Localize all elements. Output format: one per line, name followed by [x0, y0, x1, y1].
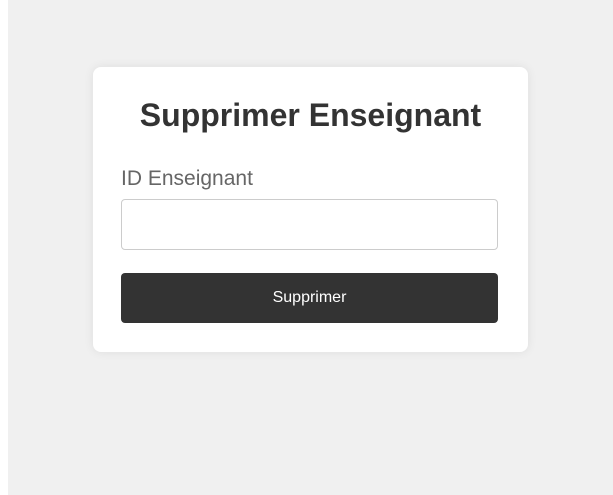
- delete-teacher-form: Supprimer Enseignant ID Enseignant Suppr…: [93, 67, 528, 352]
- page-background: Supprimer Enseignant ID Enseignant Suppr…: [8, 0, 613, 495]
- teacher-id-label: ID Enseignant: [121, 167, 253, 190]
- delete-button[interactable]: Supprimer: [121, 273, 498, 323]
- form-title: Supprimer Enseignant: [139, 97, 482, 133]
- teacher-id-input[interactable]: [121, 199, 498, 250]
